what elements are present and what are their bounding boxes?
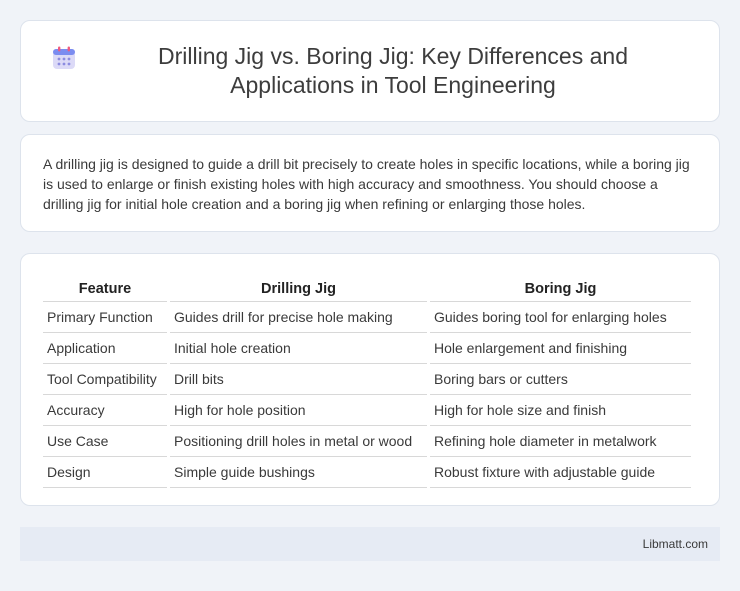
intro-paragraph: A drilling jig is designed to guide a dr… (43, 156, 690, 212)
calendar-icon (51, 45, 77, 71)
table-cell: Tool Compatibility (43, 364, 167, 395)
table-cell: Simple guide bushings (170, 457, 427, 488)
footer-site-link[interactable]: Libmatt.com (643, 537, 708, 551)
table-row: Accuracy High for hole position High for… (43, 395, 691, 426)
table-cell: Refining hole diameter in metalwork (430, 426, 691, 457)
table-cell: Application (43, 333, 167, 364)
page-title: Drilling Jig vs. Boring Jig: Key Differe… (157, 43, 628, 98)
table-cell: Use Case (43, 426, 167, 457)
header-drilling-jig: Drilling Jig (170, 276, 427, 302)
table-row: Application Initial hole creation Hole e… (43, 333, 691, 364)
table-row: Design Simple guide bushings Robust fixt… (43, 457, 691, 488)
table-cell: Boring bars or cutters (430, 364, 691, 395)
intro-card: A drilling jig is designed to guide a dr… (20, 134, 720, 232)
table-cell: High for hole position (170, 395, 427, 426)
comparison-card: Feature Drilling Jig Boring Jig Primary … (20, 253, 720, 506)
header-boring-jig: Boring Jig (430, 276, 691, 302)
header-feature: Feature (43, 276, 167, 302)
title-card: Drilling Jig vs. Boring Jig: Key Differe… (20, 20, 720, 122)
table-cell: Positioning drill holes in metal or wood (170, 426, 427, 457)
table-cell: High for hole size and finish (430, 395, 691, 426)
table-row: Primary Function Guides drill for precis… (43, 302, 691, 333)
title-wrap: Drilling Jig vs. Boring Jig: Key Differe… (21, 42, 719, 100)
table-cell: Primary Function (43, 302, 167, 333)
table-cell: Guides drill for precise hole making (170, 302, 427, 333)
table-cell: Design (43, 457, 167, 488)
table-cell: Accuracy (43, 395, 167, 426)
table-cell: Drill bits (170, 364, 427, 395)
table-cell: Initial hole creation (170, 333, 427, 364)
comparison-table: Feature Drilling Jig Boring Jig Primary … (40, 276, 694, 488)
table-header-row: Feature Drilling Jig Boring Jig (43, 276, 691, 302)
footer: Libmatt.com (20, 527, 720, 561)
table-row: Tool Compatibility Drill bits Boring bar… (43, 364, 691, 395)
table-row: Use Case Positioning drill holes in meta… (43, 426, 691, 457)
table-cell: Robust fixture with adjustable guide (430, 457, 691, 488)
table-cell: Guides boring tool for enlarging holes (430, 302, 691, 333)
table-cell: Hole enlargement and finishing (430, 333, 691, 364)
